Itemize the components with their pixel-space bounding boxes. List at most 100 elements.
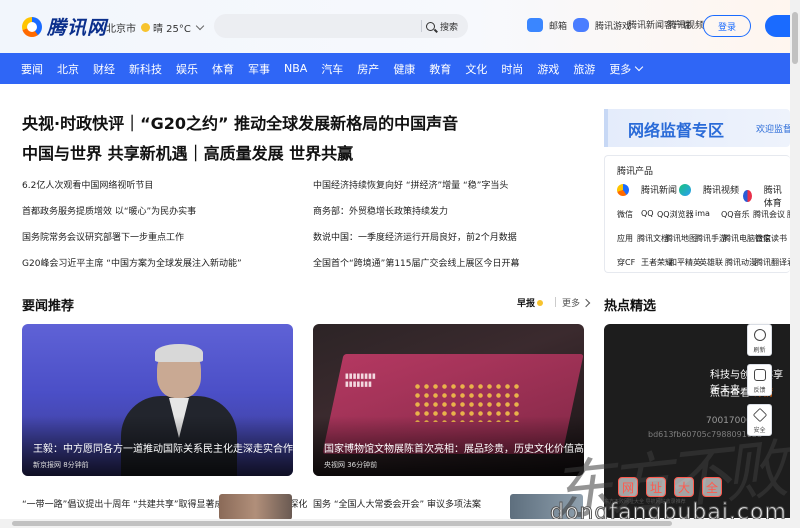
search-icon: [426, 21, 435, 31]
app-link[interactable]: 微信: [617, 209, 633, 220]
nav-item[interactable]: 军事: [241, 61, 277, 77]
sun-icon: [141, 23, 150, 32]
nav-item[interactable]: 财经: [86, 61, 122, 77]
nav-item[interactable]: 旅游: [566, 61, 602, 77]
news-card[interactable]: 王毅：中方愿同各方一道推动国际关系民主化走深走实合作共赢 新京报网 8分钟前: [22, 324, 293, 476]
mail-link[interactable]: 邮箱: [527, 18, 567, 32]
nav-item[interactable]: 娱乐: [169, 61, 205, 77]
scroll-thumb[interactable]: [792, 12, 798, 64]
exhibit-decor: ▮▮▮▮▮▮▮▮ ▮▮▮▮▮▮▮: [345, 372, 376, 389]
news-link[interactable]: 中国经济持续恢复向好 “拼经济”增量 “稳”字当头: [313, 178, 508, 191]
app-link[interactable]: 腾讯地图: [665, 233, 697, 244]
nav-item-label: 房产: [357, 62, 380, 76]
vertical-scrollbar[interactable]: [790, 0, 800, 528]
nav-item[interactable]: 新科技: [122, 61, 169, 77]
card-meta: 央视网 36分钟前: [324, 461, 378, 469]
site-logo[interactable]: 腾讯网: [22, 13, 107, 40]
app-link[interactable]: ima: [695, 209, 710, 218]
supervision-title: 网络监督专区: [628, 121, 725, 140]
card-title[interactable]: 国家博物馆文物展陈首次亮相：展品珍贵，历史文化价值高值得一看: [324, 440, 584, 455]
app-label: 腾讯新闻: [641, 186, 678, 196]
horizontal-scrollbar[interactable]: [0, 519, 790, 528]
nav-item[interactable]: 房产: [350, 61, 386, 77]
nav-item-label: 体育: [212, 62, 234, 76]
nav-item[interactable]: 游戏: [530, 61, 566, 77]
app-link[interactable]: 和平精英: [669, 257, 701, 268]
app-link[interactable]: 英雄联: [699, 257, 723, 268]
security-tool[interactable]: 安全: [747, 404, 772, 436]
headline-primary[interactable]: 央视·时政快评｜“G20之约” 推动全球发展新格局的中国声音: [22, 110, 458, 134]
refresh-tool[interactable]: 刷新: [747, 324, 772, 356]
supervision-banner[interactable]: 网络监督专区 欢迎监督举报: [604, 109, 800, 147]
nav-item[interactable]: 健康: [386, 61, 422, 77]
more-link[interactable]: 更多: [562, 296, 591, 309]
headline-secondary[interactable]: 中国与世界 共享新机遇｜高质量发展 世界共赢: [22, 140, 353, 164]
app-link[interactable]: QQ: [641, 209, 654, 218]
chevron-down-icon: [635, 62, 644, 72]
feedback-tool[interactable]: 反馈: [747, 364, 772, 396]
nav-item-label: 要闻: [21, 62, 43, 76]
nav-item[interactable]: 要闻: [14, 61, 50, 77]
card-title[interactable]: 王毅：中方愿同各方一道推动国际关系民主化走深走实合作共赢: [33, 440, 293, 455]
app-link[interactable]: 腾讯翻译君: [755, 257, 795, 268]
login-button[interactable]: 登录: [703, 15, 751, 37]
news-link[interactable]: 国务院常务会议研究部署下一步重点工作: [22, 230, 184, 243]
mail-icon: [527, 18, 543, 32]
app-link[interactable]: 应用: [617, 233, 633, 244]
app-link[interactable]: 微信读书: [755, 233, 787, 244]
mail-label: 邮箱: [549, 21, 568, 32]
banner-accent: [604, 109, 608, 147]
more-label: 更多: [562, 299, 581, 309]
scroll-thumb[interactable]: [12, 521, 672, 526]
news-card[interactable]: ▮▮▮▮▮▮▮▮ ▮▮▮▮▮▮▮ 国家博物馆文物展陈首次亮相：展品珍贵，历史文化价…: [313, 324, 584, 476]
nav-item[interactable]: 文化: [458, 61, 494, 77]
app-tencent-news[interactable]: 腾讯新闻: [617, 183, 677, 196]
logo-text: 腾讯网: [47, 17, 108, 39]
app-tencent-video[interactable]: 腾讯视频: [679, 183, 739, 196]
tencent-sports-icon: [743, 190, 752, 202]
nav-item[interactable]: 教育: [422, 61, 458, 77]
nav-item[interactable]: 更多: [602, 61, 649, 77]
news-link[interactable]: G20峰会习近平主席 “中国方案为全球发展注入新动能”: [22, 256, 242, 269]
news-link[interactable]: 首都政务服务提质增效 以“暖心”为民办实事: [22, 204, 196, 217]
nav-item-label: 娱乐: [176, 62, 198, 76]
refresh-icon: [754, 329, 766, 341]
search-input[interactable]: 搜索: [214, 14, 468, 38]
app-link[interactable]: 腾讯动漫: [725, 257, 757, 268]
nav-item[interactable]: 时尚: [494, 61, 530, 77]
news-link[interactable]: 6.2亿人次观看中国网络视听节目: [22, 178, 153, 191]
app-link[interactable]: QQ音乐: [721, 209, 750, 220]
news-link[interactable]: 商务部：外贸稳增长政策持续发力: [313, 204, 448, 217]
news-thumbnail[interactable]: [510, 494, 583, 520]
nav-item[interactable]: NBA: [277, 62, 314, 75]
video-link[interactable]: 腾讯视频: [668, 18, 704, 31]
nav-item-label: 财经: [93, 62, 115, 76]
nav-item[interactable]: 北京: [50, 61, 86, 77]
nav-item-label: 健康: [393, 62, 416, 76]
nav-item-label: 新科技: [129, 62, 162, 76]
game-link[interactable]: 腾讯游戏: [573, 18, 631, 32]
app-link[interactable]: 穿CF: [617, 257, 635, 268]
news-thumbnail[interactable]: [219, 494, 292, 520]
nav-item-label: 更多: [609, 62, 632, 76]
nav-item[interactable]: 体育: [205, 61, 241, 77]
app-tencent-sports[interactable]: 腾讯体育: [743, 183, 790, 209]
app-link[interactable]: QQ浏览器: [657, 209, 694, 220]
news-link[interactable]: 国务 “全国人大常委会开会” 审议多项法案: [313, 497, 481, 510]
channel-nav: 要闻 北京 财经 新科技 娱乐 体育 军事 NBA 汽车 房产 健康 教育 文化 时尚 游戏 旅游 更多: [0, 53, 790, 84]
search-button-label: 搜索: [439, 22, 458, 33]
nav-item[interactable]: 汽车: [314, 61, 350, 77]
weather-widget[interactable]: 北京市 晴 25°C: [106, 20, 205, 35]
tencent-news-icon: [617, 183, 629, 196]
news-link[interactable]: 全国首个“跨境通”第115届广交会线上展区今日开幕: [313, 256, 520, 269]
chevron-down-icon: [195, 21, 205, 31]
sun-dot-icon: [537, 299, 544, 306]
zaobao-link[interactable]: 早报: [517, 296, 544, 309]
app-link[interactable]: 腾讯会议: [753, 209, 785, 220]
gamepad-icon: [573, 18, 589, 32]
search-button[interactable]: 搜索: [420, 14, 468, 38]
person-hair: [155, 344, 203, 362]
news-link[interactable]: 数说中国：一季度经济运行开局良好，前2个月数据: [313, 230, 517, 243]
nav-item-label: 时尚: [501, 62, 524, 76]
feedback-icon: [754, 369, 766, 381]
